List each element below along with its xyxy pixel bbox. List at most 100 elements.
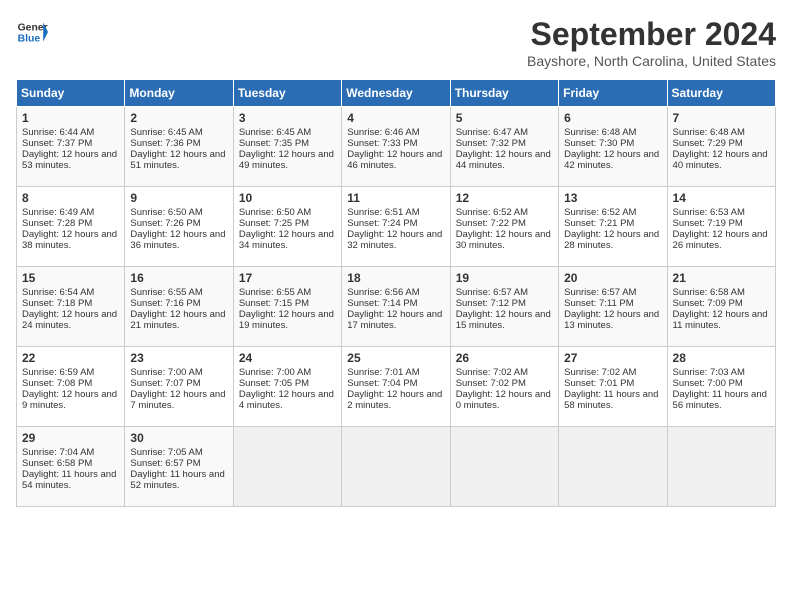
daylight-text: Daylight: 12 hours and 49 minutes. (239, 149, 334, 171)
sunrise-text: Sunrise: 6:58 AM (673, 287, 745, 298)
daylight-text: Daylight: 12 hours and 15 minutes. (456, 309, 551, 331)
sunrise-text: Sunrise: 6:45 AM (130, 127, 202, 138)
sunset-text: Sunset: 7:15 PM (239, 298, 309, 309)
day-number: 27 (564, 351, 661, 365)
calendar-cell: 19Sunrise: 6:57 AMSunset: 7:12 PMDayligh… (450, 267, 558, 347)
daylight-text: Daylight: 12 hours and 11 minutes. (673, 309, 768, 331)
calendar-cell (559, 427, 667, 507)
day-number: 5 (456, 111, 553, 125)
daylight-text: Daylight: 12 hours and 30 minutes. (456, 229, 551, 251)
daylight-text: Daylight: 12 hours and 7 minutes. (130, 389, 225, 411)
day-number: 25 (347, 351, 444, 365)
daylight-text: Daylight: 12 hours and 38 minutes. (22, 229, 117, 251)
daylight-text: Daylight: 11 hours and 58 minutes. (564, 389, 658, 411)
sunrise-text: Sunrise: 7:01 AM (347, 367, 419, 378)
sunset-text: Sunset: 7:04 PM (347, 378, 417, 389)
sunset-text: Sunset: 6:57 PM (130, 458, 200, 469)
daylight-text: Daylight: 12 hours and 42 minutes. (564, 149, 659, 171)
daylight-text: Daylight: 12 hours and 2 minutes. (347, 389, 442, 411)
daylight-text: Daylight: 12 hours and 36 minutes. (130, 229, 225, 251)
daylight-text: Daylight: 12 hours and 4 minutes. (239, 389, 334, 411)
calendar-cell: 25 Sunrise: 7:01 AMSunset: 7:04 PMDayligh… (342, 347, 450, 427)
daylight-text: Daylight: 12 hours and 53 minutes. (22, 149, 117, 171)
calendar-cell: 18Sunrise: 6:56 AMSunset: 7:14 PMDayligh… (342, 267, 450, 347)
sunset-text: Sunset: 7:22 PM (456, 218, 526, 229)
sunset-text: Sunset: 7:08 PM (22, 378, 92, 389)
day-number: 16 (130, 271, 227, 285)
sunset-text: Sunset: 7:32 PM (456, 138, 526, 149)
weekday-header: Wednesday (342, 80, 450, 107)
sunrise-text: Sunrise: 6:47 AM (456, 127, 528, 138)
sunrise-text: Sunrise: 7:04 AM (22, 447, 94, 458)
sunrise-text: Sunrise: 6:57 AM (456, 287, 528, 298)
sunrise-text: Sunrise: 6:55 AM (130, 287, 202, 298)
sunrise-text: Sunrise: 6:52 AM (564, 207, 636, 218)
day-number: 11 (347, 191, 444, 205)
sunrise-text: Sunrise: 6:52 AM (456, 207, 528, 218)
calendar-cell (450, 427, 558, 507)
sunset-text: Sunset: 6:58 PM (22, 458, 92, 469)
day-number: 29 (22, 431, 119, 445)
sunrise-text: Sunrise: 6:50 AM (130, 207, 202, 218)
daylight-text: Daylight: 11 hours and 54 minutes. (22, 469, 116, 491)
calendar-cell (342, 427, 450, 507)
calendar-cell: 21Sunrise: 6:58 AMSunset: 7:09 PMDayligh… (667, 267, 775, 347)
day-number: 2 (130, 111, 227, 125)
sunrise-text: Sunrise: 6:48 AM (673, 127, 745, 138)
day-number: 30 (130, 431, 227, 445)
location-title: Bayshore, North Carolina, United States (527, 53, 776, 69)
day-number: 20 (564, 271, 661, 285)
sunrise-text: Sunrise: 6:56 AM (347, 287, 419, 298)
sunset-text: Sunset: 7:00 PM (673, 378, 743, 389)
daylight-text: Daylight: 12 hours and 13 minutes. (564, 309, 659, 331)
sunset-text: Sunset: 7:01 PM (564, 378, 634, 389)
svg-text:Blue: Blue (18, 34, 41, 45)
sunrise-text: Sunrise: 6:45 AM (239, 127, 311, 138)
sunrise-text: Sunrise: 7:00 AM (239, 367, 311, 378)
daylight-text: Daylight: 11 hours and 52 minutes. (130, 469, 224, 491)
calendar-cell: 16Sunrise: 6:55 AMSunset: 7:16 PMDayligh… (125, 267, 233, 347)
calendar-cell: 1Sunrise: 6:44 AMSunset: 7:37 PMDaylight… (17, 107, 125, 187)
daylight-text: Daylight: 12 hours and 26 minutes. (673, 229, 768, 251)
day-number: 7 (673, 111, 770, 125)
day-number: 4 (347, 111, 444, 125)
daylight-text: Daylight: 12 hours and 32 minutes. (347, 229, 442, 251)
daylight-text: Daylight: 12 hours and 28 minutes. (564, 229, 659, 251)
daylight-text: Daylight: 12 hours and 34 minutes. (239, 229, 334, 251)
sunrise-text: Sunrise: 7:02 AM (456, 367, 528, 378)
daylight-text: Daylight: 12 hours and 17 minutes. (347, 309, 442, 331)
daylight-text: Daylight: 11 hours and 56 minutes. (673, 389, 767, 411)
sunset-text: Sunset: 7:29 PM (673, 138, 743, 149)
day-number: 19 (456, 271, 553, 285)
day-number: 26 (456, 351, 553, 365)
weekday-header: Thursday (450, 80, 558, 107)
day-number: 6 (564, 111, 661, 125)
sunset-text: Sunset: 7:30 PM (564, 138, 634, 149)
calendar-cell: 2Sunrise: 6:45 AMSunset: 7:36 PMDaylight… (125, 107, 233, 187)
sunset-text: Sunset: 7:19 PM (673, 218, 743, 229)
day-number: 23 (130, 351, 227, 365)
daylight-text: Daylight: 12 hours and 24 minutes. (22, 309, 117, 331)
calendar-cell: 4Sunrise: 6:46 AMSunset: 7:33 PMDaylight… (342, 107, 450, 187)
daylight-text: Daylight: 12 hours and 40 minutes. (673, 149, 768, 171)
day-number: 14 (673, 191, 770, 205)
calendar-cell: 6 Sunrise: 6:48 AMSunset: 7:30 PMDaylight… (559, 107, 667, 187)
sunrise-text: Sunrise: 6:49 AM (22, 207, 94, 218)
day-number: 22 (22, 351, 119, 365)
weekday-header: Monday (125, 80, 233, 107)
day-number: 18 (347, 271, 444, 285)
day-number: 10 (239, 191, 336, 205)
calendar-cell: 17Sunrise: 6:55 AMSunset: 7:15 PMDayligh… (233, 267, 341, 347)
day-number: 21 (673, 271, 770, 285)
calendar-cell: 24Sunrise: 7:00 AMSunset: 7:05 PMDayligh… (233, 347, 341, 427)
calendar-cell: 10Sunrise: 6:50 AMSunset: 7:25 PMDayligh… (233, 187, 341, 267)
daylight-text: Daylight: 12 hours and 51 minutes. (130, 149, 225, 171)
sunrise-text: Sunrise: 7:02 AM (564, 367, 636, 378)
sunrise-text: Sunrise: 6:48 AM (564, 127, 636, 138)
sunset-text: Sunset: 7:02 PM (456, 378, 526, 389)
calendar-cell (233, 427, 341, 507)
daylight-text: Daylight: 12 hours and 0 minutes. (456, 389, 551, 411)
sunset-text: Sunset: 7:35 PM (239, 138, 309, 149)
sunrise-text: Sunrise: 6:51 AM (347, 207, 419, 218)
sunrise-text: Sunrise: 6:53 AM (673, 207, 745, 218)
